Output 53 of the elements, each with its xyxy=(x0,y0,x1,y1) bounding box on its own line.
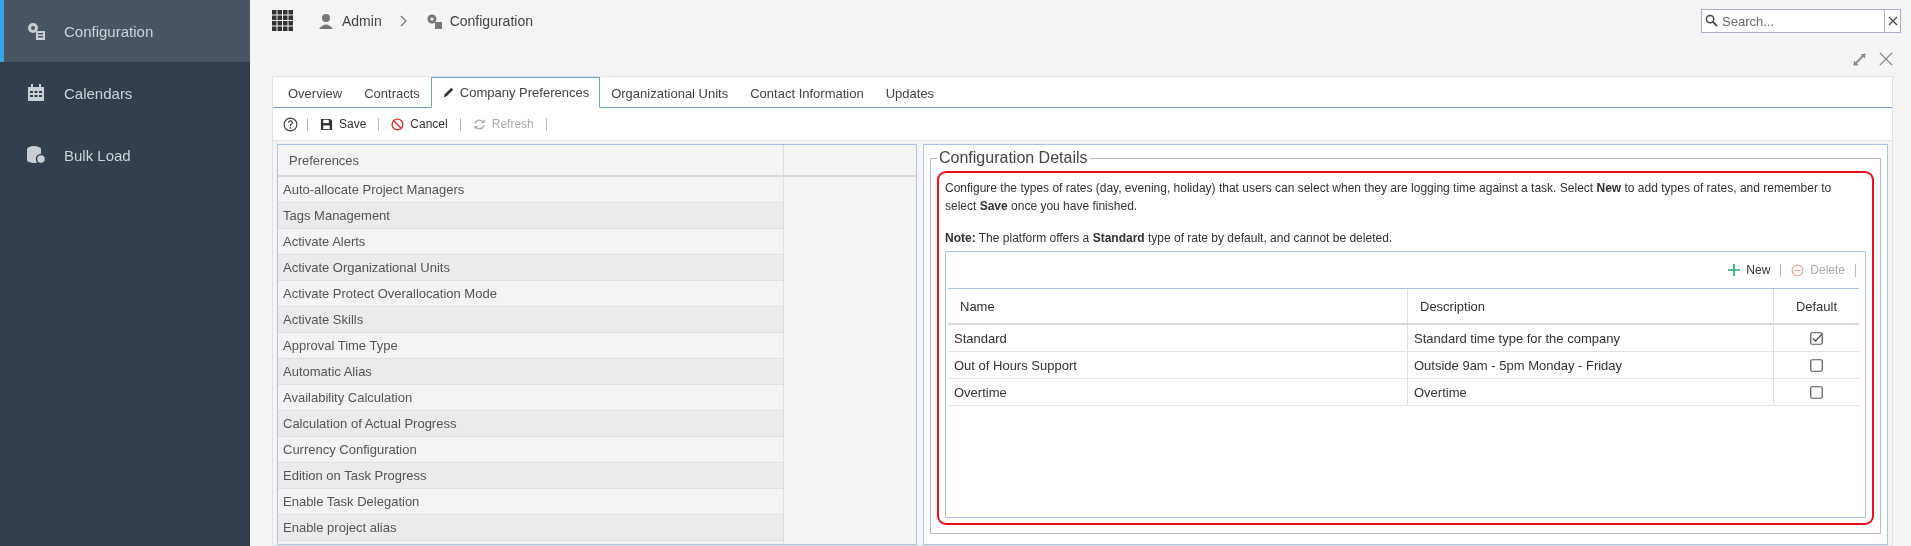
checkbox[interactable] xyxy=(1810,358,1823,372)
toolbar-button[interactable]: Cancel xyxy=(388,115,451,133)
pencil-icon xyxy=(441,86,455,99)
breadcrumb-link[interactable]: Configuration xyxy=(449,13,533,29)
search-icon xyxy=(1705,14,1718,27)
grid-toolbar-button[interactable]: New xyxy=(1725,261,1774,279)
sidebar-item[interactable]: Configuration xyxy=(0,0,250,62)
tab[interactable]: Organizational Units xyxy=(600,77,740,108)
toolbar-button[interactable]: Save xyxy=(317,115,370,133)
column-header: Default xyxy=(1794,297,1839,316)
checkbox[interactable] xyxy=(1810,331,1823,345)
description-text: Configure the types of rates (day, evening, holiday) that users can select when they are logging time against a task. Select New to add types of rates, and remember to select Save once you have finished. xyxy=(945,180,1833,215)
column-header: Description xyxy=(1408,289,1774,323)
refresh-icon xyxy=(472,117,486,131)
close-icon[interactable] xyxy=(1879,52,1893,66)
breadcrumb-link[interactable]: Admin xyxy=(342,13,382,29)
search-field[interactable]: Search... xyxy=(1701,9,1884,33)
prohibited-icon xyxy=(391,117,405,131)
preference-row[interactable]: Calculation of Actual Progress xyxy=(278,411,783,437)
close-icon xyxy=(1887,16,1898,26)
preference-row[interactable]: Tags Management xyxy=(278,203,783,229)
preference-row[interactable]: Activate Skills xyxy=(278,307,783,333)
expand-icon[interactable] xyxy=(1852,51,1867,67)
tab[interactable]: Contracts xyxy=(353,77,431,108)
note-text: Note: The platform offers a Standard type of rate by default, and cannot be deleted. xyxy=(945,230,1394,247)
tab[interactable]: Contact Information xyxy=(739,77,875,108)
plus-icon xyxy=(1728,264,1741,276)
tab[interactable]: Company Preferences xyxy=(430,77,601,108)
database-icon xyxy=(26,145,46,165)
chevron-icon xyxy=(399,15,408,27)
user-icon xyxy=(318,13,334,29)
minus-circle-icon xyxy=(1791,263,1805,277)
table-cell: Overtime xyxy=(1408,379,1774,405)
preference-row[interactable]: Automatic Alias xyxy=(278,359,783,385)
table-cell: Out of Hours Support xyxy=(948,352,1408,378)
table-cell: Standard time type for the company xyxy=(1408,325,1774,351)
tab[interactable]: Updates xyxy=(874,77,946,108)
preference-row[interactable]: Edition on Task Progress xyxy=(278,463,783,489)
calendar-icon xyxy=(26,83,46,103)
sidebar-item[interactable]: Calendars xyxy=(0,62,250,124)
clear-button[interactable] xyxy=(1884,9,1901,33)
column-header: Name xyxy=(948,289,1408,323)
help-icon[interactable] xyxy=(283,116,298,132)
app-grid-icon[interactable] xyxy=(272,10,294,32)
tab[interactable]: Overview xyxy=(277,77,354,108)
section-title: Configuration Details xyxy=(938,149,1089,167)
preference-row[interactable]: Activate Organizational Units xyxy=(278,255,783,281)
table-cell: Outside 9am - 5pm Monday - Friday xyxy=(1408,352,1774,378)
checkbox[interactable] xyxy=(1810,385,1823,399)
table-cell: Standard xyxy=(948,325,1408,351)
table-cell: Overtime xyxy=(948,379,1408,405)
preference-row[interactable]: Enable project alias xyxy=(278,515,783,541)
sidebar-item[interactable]: Bulk Load xyxy=(0,124,250,186)
